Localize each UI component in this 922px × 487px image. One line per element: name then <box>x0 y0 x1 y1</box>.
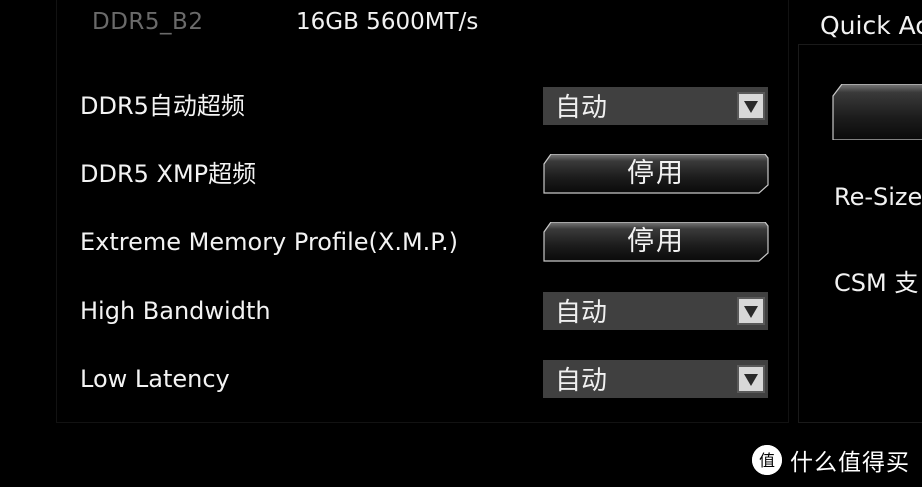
resize-bar-label: Re-Size <box>834 183 922 211</box>
button-label: 停用 <box>627 226 685 257</box>
logo-glyph: 值 <box>752 445 782 475</box>
setting-label: DDR5 XMP超频 <box>80 160 257 188</box>
memory-slot-header: DDR5_B2 16GB 5600MT/s <box>92 6 478 38</box>
quick-access-panel: Quick Ac Re-Size CSM 支 <box>798 0 922 423</box>
dropdown-value: 自动 <box>555 298 608 328</box>
setting-label: Extreme Memory Profile(X.M.P.) <box>80 228 459 256</box>
ddr5-xmp-oc-button[interactable]: 停用 <box>543 154 769 194</box>
low-latency-dropdown[interactable]: 自动 <box>543 360 768 398</box>
dropdown-value: 自动 <box>555 93 608 123</box>
button-label: 停用 <box>627 158 685 189</box>
setting-row-xmp-profile: Extreme Memory Profile(X.M.P.) 停用 <box>80 221 770 263</box>
bios-screen: DDR5_B2 16GB 5600MT/s DDR5自动超频 自动 DDR5 X… <box>0 0 922 487</box>
setting-row-ddr5-auto-oc: DDR5自动超频 自动 <box>80 85 770 127</box>
quick-access-title: Quick Ac <box>820 11 922 40</box>
watermark-text: 什么值得买 <box>790 450 910 476</box>
memory-slot-name: DDR5_B2 <box>92 9 204 35</box>
smzdm-logo-icon: 值 <box>752 445 782 475</box>
setting-row-low-latency: Low Latency 自动 <box>80 358 770 400</box>
setting-row-high-bandwidth: High Bandwidth 自动 <box>80 290 770 332</box>
setting-label: Low Latency <box>80 365 230 393</box>
csm-support-label: CSM 支 <box>834 269 919 297</box>
watermark: 值 什么值得买 <box>752 441 910 479</box>
quick-access-button[interactable] <box>832 83 922 141</box>
dropdown-value: 自动 <box>555 366 608 396</box>
button-bevel-shape <box>832 83 922 141</box>
triangle-down-icon[interactable] <box>737 297 765 325</box>
triangle-down-icon[interactable] <box>737 92 765 120</box>
setting-label: DDR5自动超频 <box>80 92 245 120</box>
memory-slot-info: 16GB 5600MT/s <box>296 9 479 35</box>
high-bandwidth-dropdown[interactable]: 自动 <box>543 292 768 330</box>
setting-row-ddr5-xmp-oc: DDR5 XMP超频 停用 <box>80 153 770 195</box>
logo-char: 值 <box>759 451 775 470</box>
ddr5-auto-oc-dropdown[interactable]: 自动 <box>543 87 768 125</box>
setting-label: High Bandwidth <box>80 297 271 325</box>
triangle-down-icon[interactable] <box>737 365 765 393</box>
xmp-profile-button[interactable]: 停用 <box>543 222 769 262</box>
